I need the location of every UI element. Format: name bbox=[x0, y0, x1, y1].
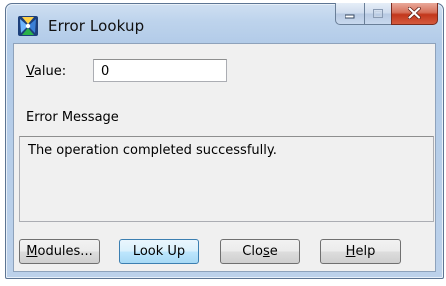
modules-button[interactable]: Modules... bbox=[19, 239, 100, 264]
help-button[interactable]: Help bbox=[320, 239, 401, 264]
error-message-text: The operation completed successfully. bbox=[28, 143, 277, 158]
minimize-button[interactable] bbox=[335, 3, 364, 25]
error-lookup-window: Error Lookup Value: 0 Error Message The … bbox=[5, 3, 444, 279]
close-window-button[interactable] bbox=[391, 3, 438, 25]
maximize-button[interactable] bbox=[364, 3, 391, 25]
caption-buttons bbox=[335, 3, 438, 26]
window-title: Error Lookup bbox=[48, 17, 145, 35]
close-label-pre: Clo bbox=[242, 244, 263, 259]
value-input[interactable] bbox=[93, 59, 227, 82]
maximize-icon bbox=[372, 4, 384, 23]
error-lookup-app-icon bbox=[17, 15, 39, 37]
help-accel: H bbox=[345, 244, 356, 259]
close-icon bbox=[407, 4, 421, 23]
help-label: elp bbox=[355, 244, 376, 259]
error-message-box: The operation completed successfully. bbox=[19, 136, 434, 222]
modules-accel: M bbox=[26, 244, 38, 259]
look-up-label: Look Up bbox=[132, 244, 186, 259]
minimize-icon bbox=[344, 4, 355, 23]
dialog-client-area: Value: Error Message The operation compl… bbox=[13, 43, 436, 272]
modules-label: odules... bbox=[37, 244, 93, 259]
close-accel: s bbox=[262, 244, 270, 259]
value-label: Value: bbox=[26, 64, 67, 79]
close-button[interactable]: Clo s e bbox=[220, 239, 300, 264]
look-up-button[interactable]: Look Up bbox=[119, 239, 199, 264]
close-label-post: e bbox=[269, 244, 278, 259]
error-message-label: Error Message bbox=[26, 110, 119, 125]
title-bar[interactable]: Error Lookup bbox=[6, 3, 443, 44]
